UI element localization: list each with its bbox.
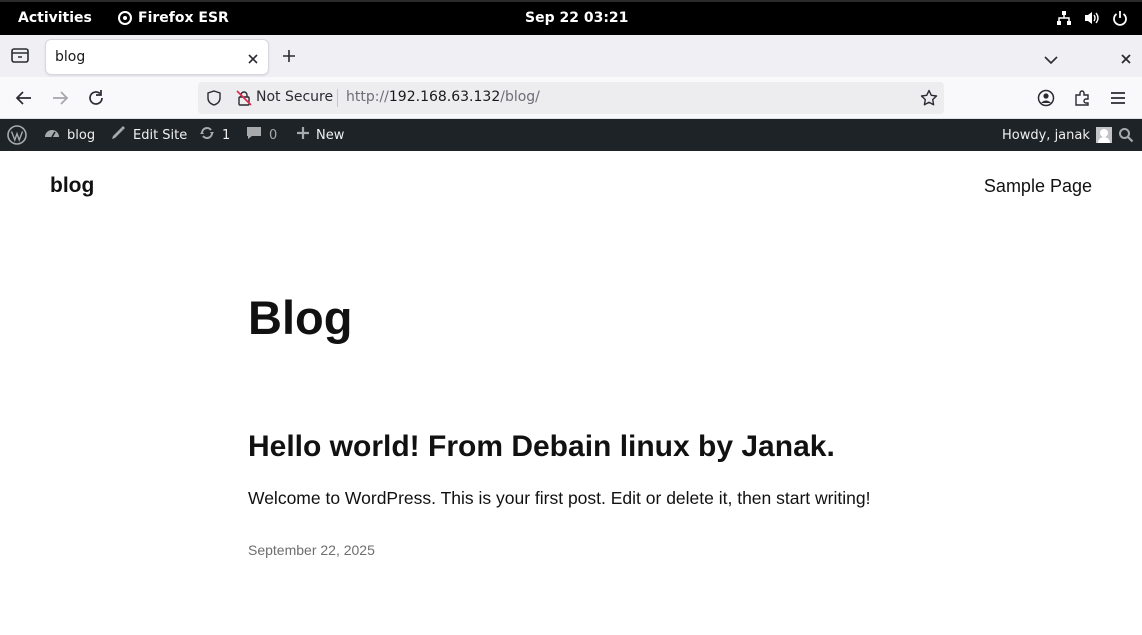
system-tray[interactable]	[1056, 10, 1128, 26]
window-close-icon[interactable]	[1120, 50, 1132, 69]
tab-title: blog	[55, 49, 86, 65]
howdy-label: Howdy, janak	[1002, 127, 1090, 143]
page-title: Blog	[248, 291, 353, 344]
adminbar-my-account[interactable]: Howdy, janak	[1002, 119, 1112, 151]
network-icon	[1056, 10, 1072, 26]
post-title[interactable]: Hello world! From Debain linux by Janak.	[248, 430, 835, 464]
volume-icon	[1084, 10, 1100, 26]
site-title[interactable]: blog	[50, 174, 94, 198]
nav-item-sample-page[interactable]: Sample Page	[984, 176, 1092, 197]
gnome-top-bar: Activities Firefox ESR Sep 22 03:21	[0, 0, 1142, 35]
back-icon[interactable]	[15, 89, 33, 111]
reload-icon[interactable]	[87, 89, 105, 111]
tab-strip: blog	[0, 35, 1142, 77]
tracking-protection-icon[interactable]	[206, 90, 222, 110]
firefox-view-icon[interactable]	[10, 47, 30, 69]
url-prefix: http://	[346, 89, 389, 105]
account-icon[interactable]	[1037, 89, 1055, 111]
url-bar[interactable]: Not Secure http://192.168.63.132/blog/	[198, 82, 944, 114]
new-tab-icon[interactable]	[281, 48, 297, 68]
updates-count: 1	[222, 127, 231, 143]
tab-blog[interactable]: blog	[46, 40, 268, 74]
post-date[interactable]: September 22, 2025	[248, 542, 375, 558]
nav-toolbar: Not Secure http://192.168.63.132/blog/	[0, 77, 1142, 119]
url-separator	[337, 89, 338, 107]
edit-site-label: Edit Site	[133, 127, 188, 143]
adminbar-edit-site[interactable]: Edit Site	[109, 119, 187, 151]
list-all-tabs-icon[interactable]	[1044, 50, 1058, 69]
new-label: New	[316, 127, 345, 143]
app-menu[interactable]: Firefox ESR	[118, 10, 229, 26]
url-text[interactable]: http://192.168.63.132/blog/	[346, 89, 540, 105]
app-name: Firefox ESR	[138, 10, 229, 26]
security-label[interactable]: Not Secure	[256, 89, 333, 105]
firefox-icon	[118, 11, 132, 25]
adminbar-search-icon[interactable]	[1118, 119, 1134, 151]
clock[interactable]: Sep 22 03:21	[525, 10, 628, 26]
adminbar-new[interactable]: New	[296, 119, 344, 151]
adminbar-updates[interactable]: 1	[198, 119, 230, 151]
wp-logo-icon[interactable]	[7, 119, 27, 151]
extensions-icon[interactable]	[1073, 89, 1091, 111]
wp-admin-bar: blog Edit Site 1 0 New Howdy, janak	[0, 119, 1142, 151]
dashboard-icon	[43, 124, 61, 146]
url-host: 192.168.63.132	[388, 89, 501, 105]
forward-icon[interactable]	[51, 89, 69, 111]
tab-close-icon[interactable]	[247, 50, 259, 69]
activities-button[interactable]: Activities	[18, 10, 92, 26]
brush-icon	[109, 124, 127, 146]
adminbar-site-link[interactable]: blog	[43, 119, 95, 151]
avatar	[1095, 127, 1112, 143]
adminbar-comments[interactable]: 0	[245, 119, 277, 151]
bookmark-star-icon[interactable]	[920, 89, 938, 111]
url-path: /blog/	[500, 89, 540, 105]
updates-icon	[198, 124, 216, 146]
not-secure-lock-icon[interactable]	[236, 90, 252, 110]
comments-count: 0	[269, 127, 278, 143]
plus-icon	[296, 126, 310, 144]
post-excerpt: Welcome to WordPress. This is your first…	[248, 488, 871, 508]
adminbar-site-name: blog	[67, 127, 96, 143]
power-icon	[1112, 10, 1128, 26]
app-menu-icon[interactable]	[1109, 89, 1127, 111]
comments-icon	[245, 124, 263, 146]
